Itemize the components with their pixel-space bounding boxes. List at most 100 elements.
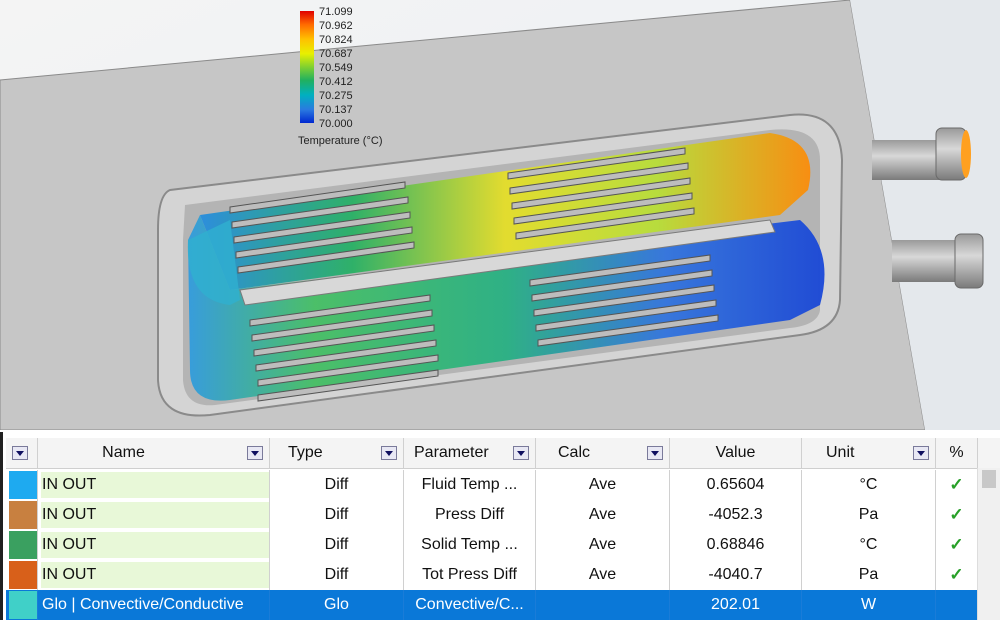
row-name-cell[interactable]: IN OUT — [38, 470, 270, 500]
legend-tick: 70.137 — [319, 104, 353, 116]
row-color-cell[interactable] — [6, 470, 38, 500]
row-name: IN OUT — [42, 476, 97, 493]
row-unit-cell[interactable]: °C — [802, 470, 936, 500]
row-parameter-cell[interactable]: Tot Press Diff — [404, 560, 536, 590]
row-unit-cell[interactable]: °C — [802, 530, 936, 560]
check-icon: ✓ — [949, 565, 964, 584]
dropdown-arrow-icon[interactable] — [913, 446, 929, 460]
row-calc: Ave — [588, 536, 617, 553]
row-name-cell[interactable]: Glo | Convective/Conductive — [38, 590, 270, 620]
legend-tick: 71.099 — [319, 6, 353, 18]
row-check-cell[interactable]: ✓ — [936, 500, 978, 530]
table-row[interactable]: IN OUT Diff Tot Press Diff Ave -4040.7 Pa ✓ — [6, 560, 1000, 590]
row-value: -4040.7 — [708, 566, 763, 583]
row-type: Diff — [324, 506, 349, 523]
row-unit: °C — [859, 536, 878, 553]
color-swatch — [9, 591, 37, 619]
row-value-cell[interactable]: 0.68846 — [670, 530, 802, 560]
row-parameter: Tot Press Diff — [422, 566, 517, 583]
row-color-cell[interactable] — [6, 590, 38, 620]
header-calc[interactable]: Calc — [536, 438, 670, 468]
row-name-cell[interactable]: IN OUT — [38, 500, 270, 530]
row-type: Diff — [324, 536, 349, 553]
row-calc-cell[interactable]: Ave — [536, 500, 670, 530]
header-unit[interactable]: Unit — [802, 438, 936, 468]
row-type-cell[interactable]: Diff — [270, 500, 404, 530]
color-swatch — [9, 471, 37, 499]
row-calc: Ave — [588, 476, 617, 493]
dropdown-arrow-icon[interactable] — [12, 446, 28, 460]
legend-tick: 70.824 — [319, 34, 353, 46]
dropdown-arrow-icon[interactable] — [647, 446, 663, 460]
header-parameter[interactable]: Parameter — [404, 438, 536, 468]
row-parameter-cell[interactable]: Press Diff — [404, 500, 536, 530]
header-value[interactable]: Value — [670, 438, 802, 468]
table-row[interactable]: IN OUT Diff Press Diff Ave -4052.3 Pa ✓ — [6, 500, 1000, 530]
row-value-cell[interactable]: 202.01 — [670, 590, 802, 620]
color-swatch — [9, 561, 37, 589]
header-color-cell[interactable] — [6, 438, 38, 468]
row-name-cell[interactable]: IN OUT — [38, 530, 270, 560]
header-name[interactable]: Name — [38, 438, 270, 468]
table-header-row: Name Type Parameter Calc Value Unit % — [6, 438, 1000, 469]
row-color-cell[interactable] — [6, 500, 38, 530]
header-type[interactable]: Type — [270, 438, 404, 468]
row-unit-cell[interactable]: Pa — [802, 500, 936, 530]
legend-tick: 70.275 — [319, 90, 353, 102]
dropdown-arrow-icon[interactable] — [247, 446, 263, 460]
row-unit: Pa — [858, 566, 879, 583]
row-type-cell[interactable]: Glo — [270, 590, 404, 620]
row-calc-cell[interactable]: Ave — [536, 470, 670, 500]
row-calc-cell[interactable]: Ave — [536, 560, 670, 590]
legend-tick: 70.412 — [319, 76, 353, 88]
simulation-viewport[interactable]: 71.099 70.962 70.824 70.687 70.549 70.41… — [0, 0, 1000, 430]
row-color-cell[interactable] — [6, 530, 38, 560]
legend-tick: 70.962 — [319, 20, 353, 32]
row-calc-cell[interactable]: Ave — [536, 530, 670, 560]
header-percent[interactable]: % — [936, 438, 978, 468]
row-calc-cell[interactable] — [536, 590, 670, 620]
row-value-cell[interactable]: -4052.3 — [670, 500, 802, 530]
row-value-cell[interactable]: 0.65604 — [670, 470, 802, 500]
row-type: Diff — [324, 566, 349, 583]
row-calc: Ave — [588, 506, 617, 523]
row-check-cell[interactable]: ✓ — [936, 530, 978, 560]
table-row[interactable]: IN OUT Diff Fluid Temp ... Ave 0.65604 °C ✓ — [6, 470, 1000, 500]
row-value: 202.01 — [711, 596, 760, 613]
row-parameter-cell[interactable]: Fluid Temp ... — [404, 470, 536, 500]
row-value: 0.65604 — [706, 476, 765, 493]
row-name: IN OUT — [42, 506, 97, 523]
temperature-legend: 71.099 70.962 70.824 70.687 70.549 70.41… — [298, 4, 408, 154]
row-name-cell[interactable]: IN OUT — [38, 560, 270, 590]
row-parameter: Fluid Temp ... — [421, 476, 518, 493]
scrollbar-thumb[interactable] — [982, 470, 996, 488]
table-row[interactable]: Glo | Convective/Conductive Glo Convective… — [6, 590, 1000, 620]
row-value-cell[interactable]: -4040.7 — [670, 560, 802, 590]
table-row[interactable]: IN OUT Diff Solid Temp ... Ave 0.68846 °C ✓ — [6, 530, 1000, 560]
color-swatch — [9, 501, 37, 529]
row-type-cell[interactable]: Diff — [270, 560, 404, 590]
row-color-cell[interactable] — [6, 560, 38, 590]
row-name: IN OUT — [42, 566, 97, 583]
row-type-cell[interactable]: Diff — [270, 470, 404, 500]
legend-tick: 70.549 — [319, 62, 353, 74]
row-type-cell[interactable]: Diff — [270, 530, 404, 560]
row-check-cell[interactable]: ✓ — [936, 560, 978, 590]
heat-exchanger-model — [0, 0, 1000, 430]
row-unit-cell[interactable]: W — [802, 590, 936, 620]
row-name: Glo | Convective/Conductive — [42, 596, 244, 613]
check-icon: ✓ — [949, 475, 964, 494]
row-unit-cell[interactable]: Pa — [802, 560, 936, 590]
row-check-cell[interactable]: ✓ — [936, 470, 978, 500]
row-check-cell[interactable] — [936, 590, 978, 620]
row-type: Diff — [324, 476, 349, 493]
row-value: 0.68846 — [706, 536, 765, 553]
dropdown-arrow-icon[interactable] — [381, 446, 397, 460]
row-parameter-cell[interactable]: Convective/C... — [404, 590, 536, 620]
dropdown-arrow-icon[interactable] — [513, 446, 529, 460]
row-parameter: Press Diff — [434, 506, 505, 523]
row-parameter-cell[interactable]: Solid Temp ... — [404, 530, 536, 560]
vertical-scrollbar[interactable] — [977, 468, 1000, 620]
row-parameter: Solid Temp ... — [421, 536, 518, 553]
legend-title: Temperature (°C) — [298, 135, 383, 147]
